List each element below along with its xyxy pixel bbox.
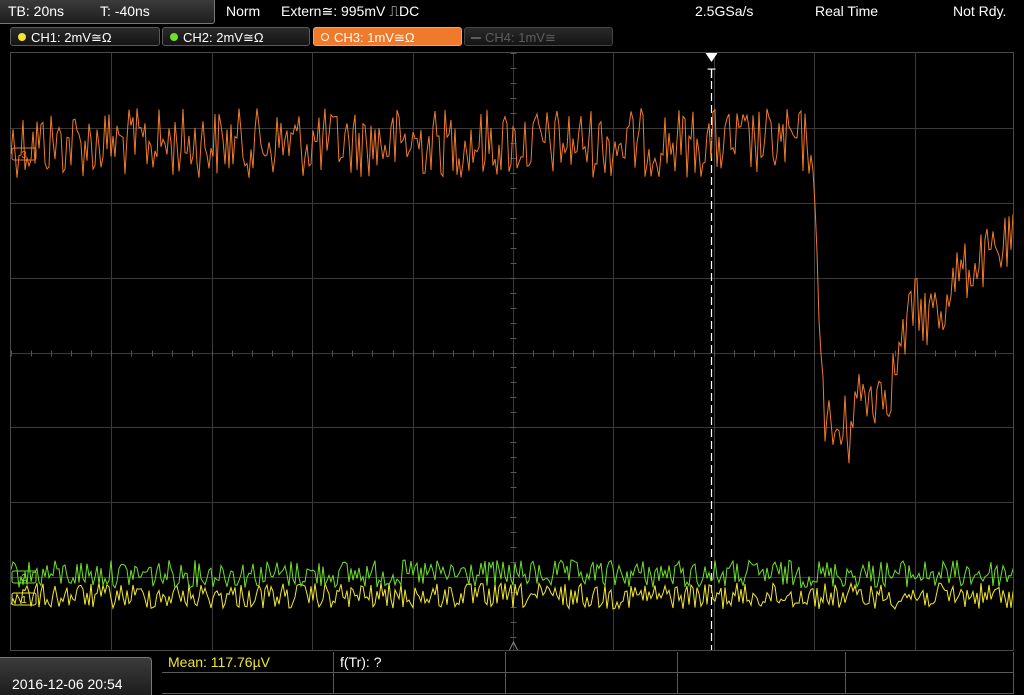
trigger-source-label[interactable]: Extern≅: 995mV ⎍DC — [281, 3, 419, 20]
trigger-marker-icon[interactable] — [705, 53, 718, 62]
ch1-offset-marker-label: 1 — [21, 595, 27, 606]
ch1-dot-icon — [18, 33, 26, 41]
measurement-slot-3[interactable] — [506, 652, 678, 673]
ch3-trace — [11, 108, 1013, 464]
ch2-dot-icon — [170, 33, 178, 41]
ch2-offset-marker-label: 2 — [21, 573, 27, 584]
measurement-slot-10[interactable] — [846, 673, 1014, 694]
ch3-offset-marker-label: 3 — [21, 150, 27, 161]
ch4-label: CH4: 1mV≅ — [485, 30, 556, 45]
measurement-slot-4[interactable] — [678, 652, 846, 673]
ch3-dot-icon — [321, 33, 329, 41]
timebase-box[interactable]: TB: 20ns T: -40ns — [0, 0, 215, 24]
tab-ch1[interactable]: CH1: 2mV≅Ω — [10, 27, 160, 46]
waveform-display[interactable]: T 3 2 1 — [10, 52, 1014, 651]
acquisition-mode-label: Real Time — [815, 3, 879, 19]
measurement-slot-5[interactable] — [846, 652, 1014, 673]
bottom-bar: 2016-12-06 20:54 Mean: 117.76µV f(Tr): ? — [0, 652, 1024, 695]
waveform-canvas: T 3 2 1 — [11, 53, 1013, 650]
trigger-marker-label: T — [707, 65, 716, 81]
status-label: Not Rdy. — [953, 3, 1007, 19]
sample-rate-label: 2.5GSa/s — [695, 3, 754, 19]
channel-tabs: CH1: 2mV≅Ω CH2: 2mV≅Ω CH3: 1mV≅Ω CH4: 1m… — [0, 25, 1024, 49]
tab-ch3[interactable]: CH3: 1mV≅Ω — [313, 27, 462, 46]
ch2-label: CH2: 2mV≅Ω — [183, 30, 264, 45]
ch4-off-icon — [471, 37, 481, 39]
measurement-slot-7[interactable] — [334, 673, 506, 694]
measurement-slot-8[interactable] — [506, 673, 678, 694]
tab-ch2[interactable]: CH2: 2mV≅Ω — [162, 27, 310, 46]
ch1-label: CH1: 2mV≅Ω — [31, 30, 112, 45]
measurement-slot-9[interactable] — [678, 673, 846, 694]
trigger-mode-label[interactable]: Norm — [226, 3, 260, 19]
measurement-f-tr[interactable]: f(Tr): ? — [334, 652, 506, 673]
measurement-slot-6[interactable] — [162, 673, 334, 694]
datetime-box: 2016-12-06 20:54 — [0, 657, 152, 695]
timebase-label: TB: 20ns — [8, 3, 65, 19]
tab-ch4[interactable]: CH4: 1mV≅ — [464, 27, 613, 46]
ch3-label: CH3: 1mV≅Ω — [334, 30, 415, 45]
ch2-trace — [11, 559, 1013, 590]
measurement-mean[interactable]: Mean: 117.76µV — [162, 652, 334, 673]
trigger-time-label: T: -40ns — [100, 3, 150, 19]
measurement-table[interactable]: Mean: 117.76µV f(Tr): ? — [162, 652, 1014, 695]
top-status-bar: TB: 20ns T: -40ns Norm Extern≅: 995mV ⎍D… — [0, 0, 1024, 24]
ch1-trace — [11, 581, 1013, 611]
datetime-label: 2016-12-06 20:54 — [12, 676, 123, 692]
